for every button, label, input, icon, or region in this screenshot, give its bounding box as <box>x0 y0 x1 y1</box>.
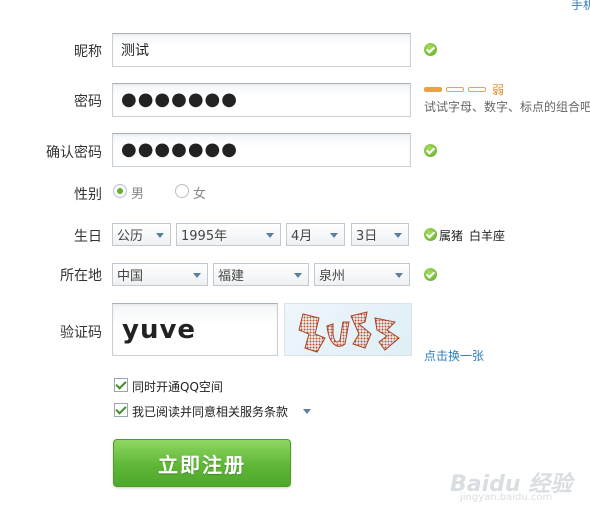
gender-female-label[interactable]: 女 <box>193 183 206 202</box>
zodiac-text: 属猪 <box>439 229 464 243</box>
chevron-down-icon <box>156 233 164 238</box>
password-label: 密码 <box>74 94 102 110</box>
birth-month-select[interactable]: 4月 <box>286 223 345 246</box>
birth-day-value: 3日 <box>356 229 378 244</box>
gender-female-radio[interactable] <box>175 184 189 198</box>
gender-male-radio[interactable] <box>113 184 127 198</box>
captcha-value: yuve <box>122 314 197 345</box>
confirm-password-value: ●●●●●●● <box>121 139 238 160</box>
watermark-url: jingyan.baidu.com <box>460 492 553 503</box>
password-strength-label: 弱 <box>492 83 505 97</box>
constellation-text: 白羊座 <box>469 229 506 243</box>
province-select[interactable]: 福建 <box>213 263 309 286</box>
chevron-down-icon <box>266 233 274 238</box>
captcha-refresh-link[interactable]: 点击换一张 <box>424 347 484 364</box>
watermark-logo: Baidu 经验 jingyan.baidu.com <box>450 466 586 514</box>
calendar-type-select[interactable]: 公历 <box>112 223 171 246</box>
birth-year-select[interactable]: 1995年 <box>176 223 281 246</box>
country-select[interactable]: 中国 <box>112 263 208 286</box>
terms-expand-chevron-icon[interactable] <box>303 409 311 414</box>
country-value: 中国 <box>117 269 144 284</box>
chevron-down-icon <box>395 273 403 278</box>
password-hint: 试试字母、数字、标点的组合吧 <box>424 100 590 114</box>
nickname-ok-icon <box>424 43 437 56</box>
strength-segment-2 <box>446 87 464 92</box>
captcha-glyphs-icon <box>298 311 400 353</box>
birth-day-select[interactable]: 3日 <box>351 223 409 246</box>
password-input[interactable]: ●●●●●●● <box>112 83 411 117</box>
register-button[interactable]: 立即注册 <box>113 439 291 487</box>
location-label: 所在地 <box>60 268 102 284</box>
province-value: 福建 <box>218 269 245 284</box>
terms-checkbox[interactable] <box>114 403 128 417</box>
confirm-password-ok-icon <box>424 144 437 157</box>
top-right-link[interactable]: 手机 <box>571 0 590 13</box>
confirm-password-label: 确认密码 <box>46 145 102 161</box>
birth-year-value: 1995年 <box>181 229 228 244</box>
captcha-input[interactable]: yuve <box>112 303 278 356</box>
city-select[interactable]: 泉州 <box>314 263 410 286</box>
nickname-label: 昵称 <box>74 44 102 60</box>
strength-segment-3 <box>468 87 486 92</box>
qzone-checkbox[interactable] <box>114 378 128 392</box>
city-value: 泉州 <box>319 269 346 284</box>
location-ok-icon <box>424 268 437 281</box>
birthday-ok-icon <box>424 228 437 241</box>
nickname-input[interactable]: 测试 <box>112 33 411 67</box>
birthday-label: 生日 <box>74 229 102 245</box>
chevron-down-icon <box>294 273 302 278</box>
birth-month-value: 4月 <box>291 229 313 244</box>
captcha-label: 验证码 <box>60 325 102 341</box>
qzone-label[interactable]: 同时开通QQ空间 <box>132 378 223 395</box>
chevron-down-icon <box>394 233 402 238</box>
chevron-down-icon <box>330 233 338 238</box>
gender-male-label[interactable]: 男 <box>131 183 144 202</box>
strength-segment-1 <box>424 87 442 92</box>
captcha-image[interactable] <box>284 303 412 356</box>
chevron-down-icon <box>193 273 201 278</box>
gender-label: 性别 <box>74 187 102 203</box>
confirm-password-input[interactable]: ●●●●●●● <box>112 133 411 167</box>
terms-label[interactable]: 我已阅读并同意相关服务条款 <box>132 403 288 420</box>
calendar-type-value: 公历 <box>117 229 144 244</box>
nickname-value: 测试 <box>121 43 149 59</box>
password-value: ●●●●●●● <box>121 89 238 110</box>
